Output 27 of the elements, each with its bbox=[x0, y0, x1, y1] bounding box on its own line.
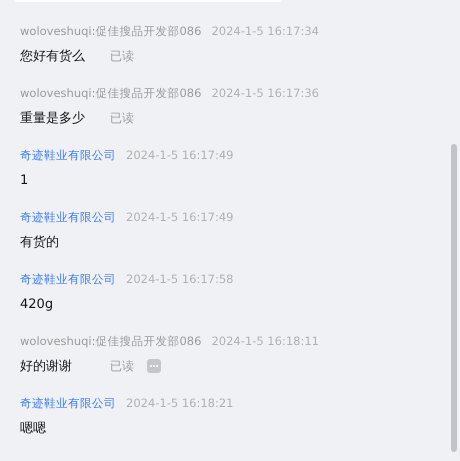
message-text: 有货的 bbox=[20, 234, 59, 251]
message-time: 2024-1-5 16:17:49 bbox=[126, 148, 234, 162]
message-time: 2024-1-5 16:17:34 bbox=[211, 24, 319, 38]
scrollbar[interactable] bbox=[451, 144, 457, 452]
message-text: 嗯嗯 bbox=[20, 420, 46, 437]
message-text: 1 bbox=[20, 172, 28, 188]
read-status: 已读 bbox=[110, 110, 134, 126]
message-text: 重量是多少 bbox=[20, 110, 86, 127]
message-time: 2024-1-5 16:18:21 bbox=[126, 396, 234, 410]
sender-name: 奇迹鞋业有限公司 bbox=[20, 272, 116, 286]
dots-icon bbox=[149, 364, 159, 368]
read-status: 已读 bbox=[110, 48, 134, 64]
sender-name: woloveshuqi:促佳搜品开发部086 bbox=[20, 334, 202, 348]
message-time: 2024-1-5 16:18:11 bbox=[211, 334, 319, 348]
message-time: 2024-1-5 16:17:36 bbox=[211, 86, 319, 100]
read-status: 已读 bbox=[110, 358, 134, 374]
sender-name: woloveshuqi:促佳搜品开发部086 bbox=[20, 86, 202, 100]
sender-name: 奇迹鞋业有限公司 bbox=[20, 210, 116, 224]
message-time: 2024-1-5 16:17:58 bbox=[126, 272, 234, 286]
message-text: 您好有货么 bbox=[20, 48, 86, 65]
sender-name: woloveshuqi:促佳搜品开发部086 bbox=[20, 24, 202, 38]
message-time: 2024-1-5 16:17:49 bbox=[126, 210, 234, 224]
message-text: 420g bbox=[20, 296, 54, 312]
more-button[interactable] bbox=[147, 359, 161, 373]
message-text: 好的谢谢 bbox=[20, 358, 73, 375]
sender-name: 奇迹鞋业有限公司 bbox=[20, 396, 116, 410]
sender-name: 奇迹鞋业有限公司 bbox=[20, 148, 116, 162]
